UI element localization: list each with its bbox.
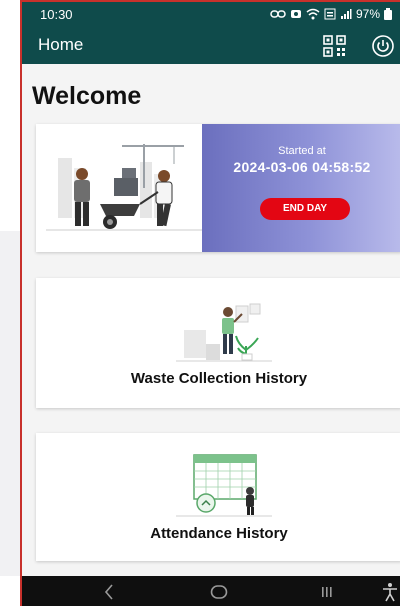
- app-bar: Home: [22, 28, 400, 64]
- phone-screen: 10:30 97% Home Welcome Started at 2024-0…: [20, 0, 400, 606]
- background-panel: [0, 231, 20, 576]
- welcome-heading: Welcome: [32, 82, 142, 110]
- signal-icon: [340, 9, 352, 19]
- status-bar: 10:30 97%: [22, 2, 400, 28]
- started-time: 2024-03-06 04:58:52: [233, 159, 371, 175]
- notification-icon: [290, 10, 301, 18]
- wifi-icon: [306, 8, 320, 20]
- power-icon[interactable]: [370, 33, 396, 59]
- back-icon[interactable]: [102, 582, 116, 602]
- workers-illustration: [46, 144, 202, 231]
- status-time: 10:30: [40, 7, 73, 22]
- link-icon: [270, 10, 286, 18]
- home-icon[interactable]: [210, 584, 228, 600]
- battery-icon: [384, 8, 392, 20]
- attendance-history-label: Attendance History: [150, 525, 288, 542]
- started-label: Started at: [278, 145, 326, 157]
- waste-collection-history-label: Waste Collection History: [130, 370, 308, 387]
- battery-percent: 97%: [355, 7, 380, 21]
- recents-icon[interactable]: [320, 584, 334, 600]
- attendance-calendar-illustration: [176, 454, 272, 517]
- main-content: Welcome Started at 2024-03-06 04:58:52 E…: [22, 64, 400, 576]
- accessibility-icon[interactable]: [382, 582, 398, 602]
- waste-collection-history-card[interactable]: Waste Collection History: [36, 278, 400, 408]
- attendance-history-card[interactable]: Attendance History: [36, 433, 400, 561]
- shift-card: Started at 2024-03-06 04:58:52 END DAY: [36, 124, 400, 252]
- volte-icon: [324, 8, 336, 20]
- page-title: Home: [38, 35, 84, 54]
- system-nav-bar: [22, 576, 400, 606]
- status-icons: 97%: [270, 7, 392, 21]
- qr-scan-icon[interactable]: [322, 34, 348, 58]
- waste-collection-illustration: [176, 303, 272, 362]
- shift-status-panel: Started at 2024-03-06 04:58:52 END DAY: [202, 124, 400, 252]
- end-day-button[interactable]: END DAY: [260, 198, 350, 220]
